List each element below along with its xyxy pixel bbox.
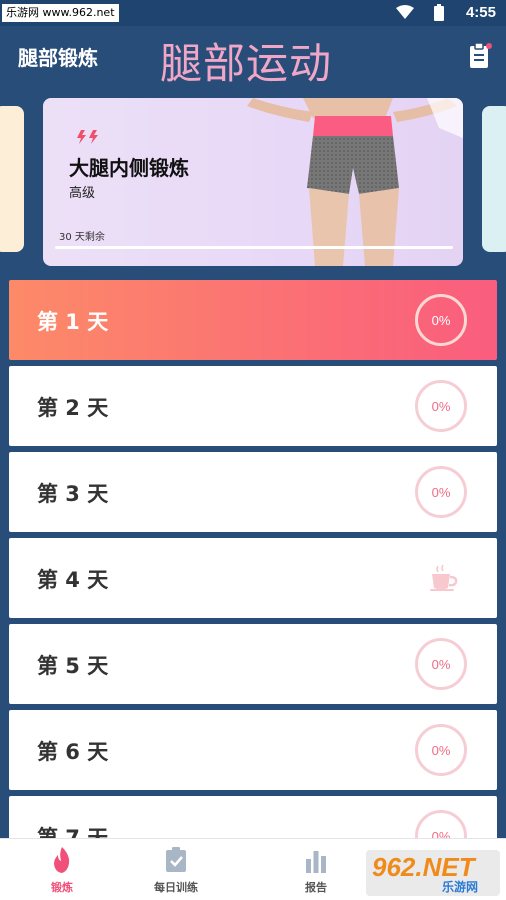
clipboard-icon[interactable] [468,42,492,70]
watermark-sub: 乐游网 [442,880,479,894]
day-progress-ring: 0% [415,380,467,432]
nav-item-workout[interactable]: 锻炼 [12,839,112,900]
day-label: 第 6 天 [37,740,109,764]
battery-icon [434,4,444,21]
flame-icon [54,847,70,873]
carousel-card-next[interactable] [482,106,506,252]
status-watermark: 乐游网 www.962.net [2,4,119,22]
status-bar: 乐游网 www.962.net 4:55 [0,0,506,26]
day-row[interactable]: 第 1 天 0% [9,280,497,360]
day-label: 第 5 天 [37,654,109,678]
day-label: 第 4 天 [37,568,109,592]
day-progress-ring: 0% [415,294,467,346]
day-row[interactable]: 第 5 天 0% [9,624,497,704]
plan-card[interactable]: 大腿内侧锻炼 高级 30 天剩余 [43,98,463,266]
day-label: 第 3 天 [37,482,109,506]
nav-item-daily[interactable]: 每日训练 [126,839,226,900]
day-row[interactable]: 第 6 天 0% [9,710,497,790]
day-row[interactable]: 第 4 天 [9,538,497,618]
carousel-card-previous[interactable] [0,106,24,252]
plan-title: 大腿内侧锻炼 [69,156,189,180]
day-row[interactable]: 第 2 天 0% [9,366,497,446]
clipboard-check-icon [166,847,186,872]
day-label: 第 2 天 [37,396,109,420]
page-title: 腿部锻炼 [18,46,98,70]
day-progress-ring: 0% [415,724,467,776]
day-progress-ring: 0% [415,466,467,518]
day-label: 第 1 天 [37,310,109,334]
day-row[interactable]: 第 3 天 0% [9,452,497,532]
nav-label-workout: 锻炼 [51,881,73,894]
app-header: 腿部锻炼 腿部运动 [0,26,506,90]
nav-label-report: 报告 [305,881,327,894]
wifi-icon [396,5,414,19]
nav-item-report[interactable]: 报告 [266,839,366,900]
coffee-cup-icon [430,564,458,591]
plan-carousel[interactable]: 大腿内侧锻炼 高级 30 天剩余 [0,98,506,268]
site-watermark: 962.NET 乐游网 [366,850,500,896]
model-legs-image [247,98,463,266]
bar-chart-icon [306,851,326,873]
plan-progress-bar [55,246,453,249]
days-remaining: 30 天剩余 [59,232,105,243]
nav-label-daily: 每日训练 [154,881,198,894]
plan-level: 高级 [69,186,96,201]
lightning-icon [77,130,98,144]
day-progress-ring: 0% [415,638,467,690]
status-time: 4:55 [465,4,496,21]
header-banner: 腿部运动 [160,39,333,88]
